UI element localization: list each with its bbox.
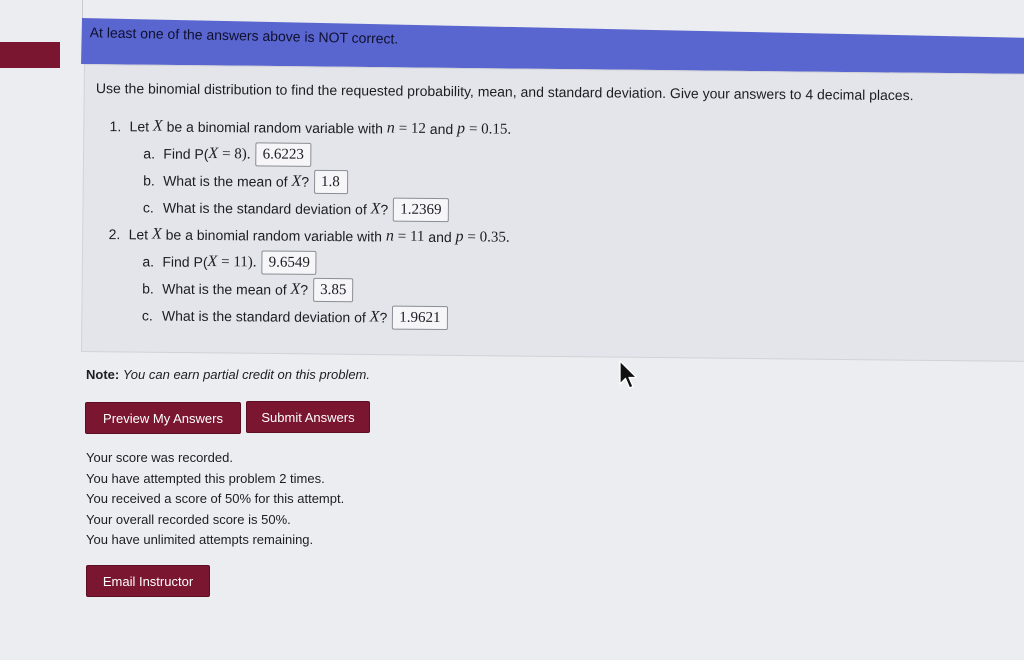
- answer-input-1a[interactable]: 6.6223: [255, 141, 311, 167]
- note-text: You can earn partial credit on this prob…: [122, 367, 370, 382]
- note-label: Note:: [86, 367, 120, 382]
- status-line: You received a score of 50% for this att…: [86, 491, 345, 506]
- email-instructor-button[interactable]: Email Instructor: [86, 565, 210, 597]
- status-line: Your score was recorded.: [86, 450, 233, 465]
- question-1: 1. Let X be a binomial random variable w…: [109, 112, 956, 227]
- status-line: You have attempted this problem 2 times.: [86, 470, 325, 486]
- mouse-pointer-icon: [619, 360, 638, 389]
- answer-input-2b[interactable]: 3.85: [313, 277, 354, 302]
- problem-content: Use the binomial distribution to find th…: [94, 78, 956, 335]
- preview-answers-button[interactable]: Preview My Answers: [85, 402, 241, 434]
- submit-answers-button[interactable]: Submit Answers: [246, 401, 370, 433]
- question-2: 2. Let X be a binomial random variable w…: [108, 220, 955, 335]
- answer-input-2c[interactable]: 1.9621: [392, 305, 448, 330]
- status-line: Your overall recorded score is 50%.: [86, 511, 291, 527]
- answer-input-2a[interactable]: 9.6549: [261, 249, 317, 275]
- alert-message: At least one of the answers above is NOT…: [89, 24, 399, 47]
- divider: [82, 0, 83, 18]
- answer-input-1c[interactable]: 1.2369: [393, 197, 449, 222]
- nav-tab[interactable]: [0, 42, 60, 68]
- partial-credit-note: Note: You can earn partial credit on thi…: [86, 367, 370, 382]
- score-status: Your score was recorded. You have attemp…: [86, 448, 344, 551]
- answer-input-1b[interactable]: 1.8: [313, 169, 349, 194]
- status-line: You have unlimited attempts remaining.: [86, 532, 314, 547]
